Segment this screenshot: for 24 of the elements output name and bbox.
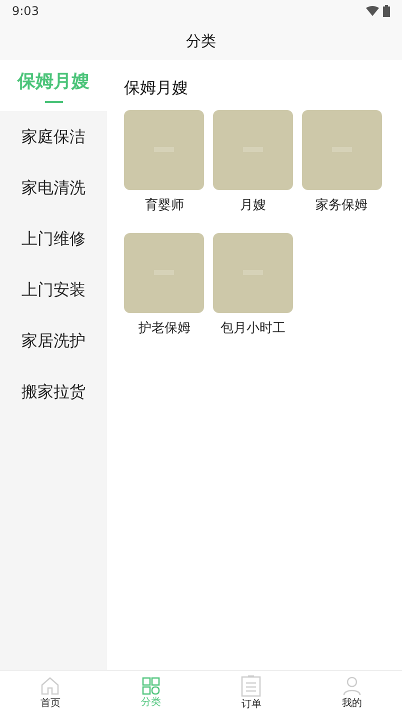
sidebar-item[interactable]: 家居洗护 — [0, 315, 107, 366]
selected-underline — [44, 101, 62, 103]
category-label[interactable]: 包月小时工 — [220, 318, 286, 338]
sidebar-item[interactable]: 上门维修 — [0, 213, 107, 264]
tab-bar-item[interactable]: 首页 — [0, 671, 100, 716]
sidebar-item[interactable]: 搬家拉货 — [0, 366, 107, 417]
section-title: 保姆月嫂 — [124, 77, 189, 99]
category-label[interactable]: 育婴师 — [144, 196, 184, 216]
status-time: 9:03 — [12, 3, 39, 20]
category-label[interactable]: 护老保姆 — [138, 318, 190, 338]
category-label[interactable]: 月嫂 — [240, 196, 266, 216]
grid-icon — [142, 677, 160, 695]
tab-bar-item[interactable]: 订单 — [201, 671, 302, 716]
clipboard-icon — [241, 675, 262, 697]
sidebar-item[interactable]: 家庭保洁 — [0, 111, 107, 162]
home-icon — [40, 676, 60, 696]
sidebar-item[interactable]: 上门安装 — [0, 264, 107, 315]
wifi-icon — [366, 6, 379, 16]
battery-icon — [383, 5, 390, 17]
category-label[interactable]: 家务保姆 — [316, 196, 368, 216]
tab-bar-item[interactable]: 我的 — [302, 671, 402, 716]
page-title: 分类 — [186, 30, 216, 52]
user-icon — [342, 676, 362, 696]
sidebar-item[interactable]: 家电清洗 — [0, 162, 107, 213]
